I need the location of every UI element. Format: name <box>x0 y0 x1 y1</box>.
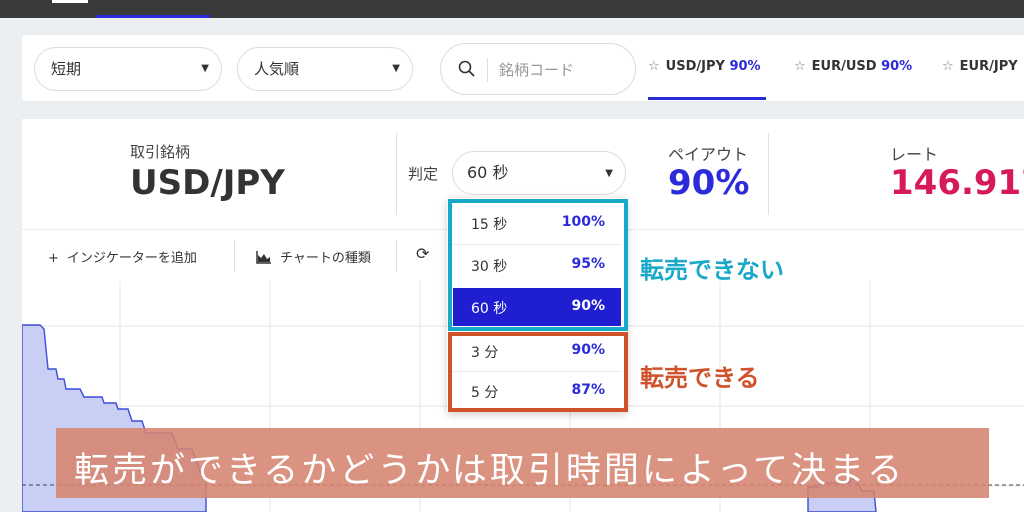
pair-tab-active-indicator <box>648 97 766 100</box>
caret-down-icon: ▼ <box>201 63 209 74</box>
expiry-select-value: 60 秒 <box>467 163 509 182</box>
chart-type-label: チャートの種類 <box>280 251 371 266</box>
payout-value: 90% <box>668 163 750 203</box>
expiry-select[interactable]: 60 秒 ▼ <box>452 151 626 195</box>
pair-tab-eurusd[interactable]: ☆ EUR/USD 90% <box>794 59 912 74</box>
highlight-box-can-resell <box>448 332 628 412</box>
add-indicator-label: インジケーターを追加 <box>66 251 197 266</box>
pair-tab-symbol: USD/JPY <box>665 59 725 74</box>
pair-tab-payout: 90% <box>729 59 761 74</box>
highlight-box-cannot-resell <box>448 199 628 331</box>
star-icon[interactable]: ☆ <box>648 59 660 74</box>
pair-tab-symbol: EUR/JPY <box>959 59 1018 74</box>
payout-label: ペイアウト <box>668 145 749 164</box>
caret-down-icon: ▼ <box>605 168 613 179</box>
sort-select[interactable]: 人気順 ▼ <box>237 47 413 91</box>
toolbar-divider <box>234 240 235 272</box>
caption-banner: 転売ができるかどうかは取引時間によって決まる <box>56 428 989 498</box>
caret-down-icon: ▼ <box>392 63 400 74</box>
expiry-label: 判定 <box>408 165 439 183</box>
annotation-can-resell: 転売できる <box>640 364 760 392</box>
search-input[interactable] <box>499 56 629 84</box>
active-tab-indicator <box>96 15 210 18</box>
pair-tab-usdjpy[interactable]: ☆ USD/JPY 90% <box>648 59 761 74</box>
sort-select-value: 人気順 <box>254 60 300 78</box>
filter-bar: 短期 ▼ 人気順 ▼ ☆ USD/JPY 90% ☆ EUR/USD 90% ☆ EU… <box>22 35 1024 101</box>
refresh-icon[interactable]: ⟳ <box>416 244 429 263</box>
caption-text: 転売ができるかどうかは取引時間によって決まる <box>74 451 906 491</box>
pair-tab-symbol: EUR/USD <box>811 59 877 74</box>
toolbar-divider <box>396 240 397 272</box>
logo-stub <box>52 0 88 3</box>
star-icon[interactable]: ☆ <box>794 59 806 74</box>
rate-label: レート <box>890 145 939 164</box>
chart-type-button[interactable]: チャートの種類 <box>256 247 371 266</box>
divider <box>768 133 769 215</box>
plus-icon: + <box>48 251 59 266</box>
symbol-value: USD/JPY <box>130 163 285 203</box>
add-indicator-button[interactable]: + インジケーターを追加 <box>48 247 197 266</box>
divider <box>396 133 397 215</box>
annotation-cannot-resell: 転売できない <box>640 256 784 284</box>
rate-value: 146.917 <box>890 163 1024 203</box>
top-bar <box>0 0 1024 18</box>
search-icon <box>458 60 475 77</box>
search-divider <box>487 58 488 82</box>
term-select-value: 短期 <box>51 60 82 78</box>
term-select[interactable]: 短期 ▼ <box>34 47 222 91</box>
star-icon[interactable]: ☆ <box>942 59 954 74</box>
pair-tab-eurjpy[interactable]: ☆ EUR/JPY <box>942 59 1018 74</box>
chart-type-icon <box>256 251 271 264</box>
symbol-label: 取引銘柄 <box>130 143 191 161</box>
search-box <box>440 43 636 95</box>
pair-tab-payout: 90% <box>881 59 913 74</box>
